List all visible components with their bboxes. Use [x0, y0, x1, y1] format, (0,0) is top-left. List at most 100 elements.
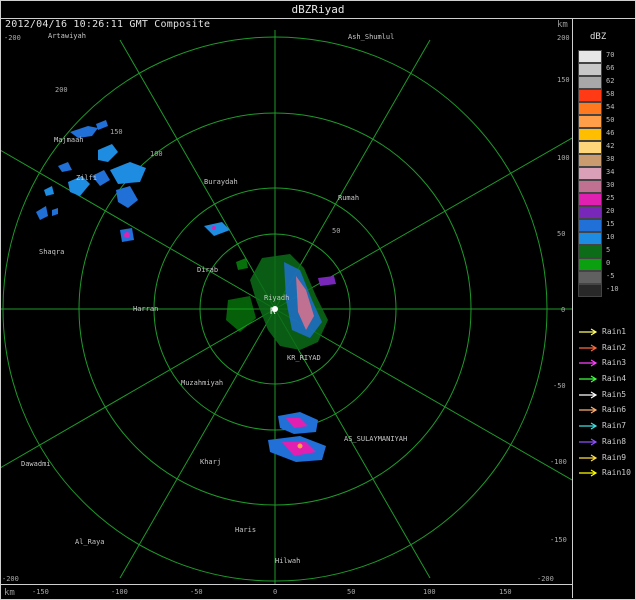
dbz-swatch-label: -10 [606, 285, 619, 293]
axis-tick: 0 [273, 588, 278, 596]
dbz-swatch: 58 [578, 89, 614, 102]
arrow-right-icon [579, 438, 598, 446]
rain-track-label: Rain3 [602, 358, 627, 368]
place-label: KR_RIYAD [287, 354, 321, 362]
ring-label: 100 [150, 150, 163, 158]
ring-label: 200 [55, 86, 68, 94]
panel-divider [572, 18, 573, 598]
dbz-swatch: 25 [578, 193, 614, 206]
rain-track-label: Rain4 [602, 374, 627, 384]
dbz-swatch-label: 10 [606, 233, 615, 241]
dbz-swatch: 0 [578, 258, 610, 271]
place-label: Zilfi [76, 174, 98, 182]
place-label: Hilwah [275, 557, 301, 565]
dbz-swatch: 66 [578, 63, 614, 76]
arrow-right-icon [579, 406, 598, 414]
place-label: Shaqra [39, 248, 65, 256]
echo-riyadh-cluster [226, 254, 336, 350]
place-label: Dirab [197, 266, 219, 274]
place-label: Riyadh [264, 294, 290, 302]
rain-track-label: Rain6 [602, 405, 627, 415]
dbz-swatch-label: 38 [606, 155, 615, 163]
place-label: Kharj [200, 458, 222, 466]
dbz-swatch-label: 5 [606, 246, 611, 254]
axis-tick: -150 [32, 588, 49, 596]
axis-tick: 100 [557, 154, 570, 162]
dbz-swatch-label: 42 [606, 142, 615, 150]
echo-south-cells [268, 412, 326, 462]
rain-track-label: Rain2 [602, 342, 627, 352]
axis-tick: -50 [190, 588, 203, 596]
axis-tick: 150 [557, 76, 570, 84]
place-label: Al_Raya [75, 538, 105, 546]
dbz-swatch-label: 25 [606, 194, 615, 202]
rain-track-label: Rain8 [602, 436, 627, 446]
rain-track-label: Rain1 [602, 327, 627, 336]
dbz-swatch: 42 [578, 141, 614, 154]
dbz-swatch: 10 [578, 232, 614, 245]
axis-tick: -200 [4, 34, 21, 42]
axis-tick: 50 [347, 588, 356, 596]
axis-tick: -200 [537, 575, 554, 583]
dbz-swatch: 50 [578, 115, 614, 128]
place-label: Ash_Shumlul [348, 33, 395, 41]
radar-plot[interactable]: R [0, 0, 636, 600]
dbz-swatch-label: 46 [606, 129, 615, 137]
place-label: Artawiyah [48, 32, 86, 40]
ring-label: 50 [332, 227, 341, 235]
dbz-swatch-label: 0 [606, 259, 611, 267]
ring-label: 150 [110, 128, 123, 136]
dbz-swatch-label: 20 [606, 207, 615, 215]
dbz-swatch: 34 [578, 167, 614, 180]
arrow-right-icon [579, 375, 598, 383]
dbz-swatch-label: 58 [606, 90, 615, 98]
dbz-swatch-label: 30 [606, 181, 615, 189]
dbz-colorbar: 70 66 62 58 54 50 46 42 38 34 30 25 20 15 10 5 0 -5 -10 [578, 50, 619, 297]
arrow-right-icon [579, 328, 598, 336]
axis-divider [0, 584, 573, 585]
place-label: Rumah [338, 194, 360, 202]
axis-tick: 0 [561, 306, 566, 314]
axis-tick: 100 [423, 588, 436, 596]
dbz-swatch-label: 50 [606, 116, 615, 124]
place-label: Dawadmi [21, 460, 51, 468]
dbz-swatch: -10 [578, 284, 619, 297]
dbz-swatch: 38 [578, 154, 614, 167]
dbz-swatch-label: 66 [606, 64, 615, 72]
place-label: AS_SULAYMANIYAH [344, 435, 408, 443]
place-label: Muzahmiyah [181, 379, 224, 387]
axis-tick: -100 [111, 588, 128, 596]
dbz-swatch-label: -5 [606, 272, 615, 280]
dbz-swatch-label: 62 [606, 77, 615, 85]
dbz-swatch-label: 34 [606, 168, 615, 176]
arrow-right-icon [579, 422, 598, 430]
dbz-swatch: -5 [578, 271, 614, 284]
axis-tick: -50 [553, 382, 566, 390]
rain-track-label: Rain5 [602, 389, 627, 399]
axis-tick: -150 [550, 536, 567, 544]
axis-tick: 200 [557, 34, 570, 42]
arrow-right-icon [579, 344, 598, 352]
dbz-swatch: 46 [578, 128, 614, 141]
dbz-swatch-label: 15 [606, 220, 615, 228]
axis-tick: 150 [499, 588, 512, 596]
axis-tick: -200 [2, 575, 19, 583]
arrow-right-icon [579, 359, 598, 367]
place-label: Buraydah [204, 178, 238, 186]
arrow-right-icon [579, 453, 598, 462]
place-label: Majmaah [54, 136, 84, 144]
arrow-right-icon [579, 469, 598, 477]
dbz-swatch-label: 54 [606, 103, 615, 111]
rain-track-label: Rain10 [602, 468, 631, 478]
dbz-swatch: 70 [578, 50, 614, 63]
arrow-right-icon [579, 391, 598, 399]
place-label: Haris [235, 526, 257, 534]
dbz-swatch-label: 70 [606, 51, 615, 59]
dbz-swatch: 62 [578, 76, 614, 89]
dbz-swatch: 30 [578, 180, 614, 193]
legend-title: dBZ [590, 32, 607, 42]
axis-tick: 50 [557, 230, 566, 238]
axis-tick: -100 [550, 458, 567, 466]
place-label: Harran [133, 305, 159, 313]
svg-text:R: R [270, 307, 276, 317]
